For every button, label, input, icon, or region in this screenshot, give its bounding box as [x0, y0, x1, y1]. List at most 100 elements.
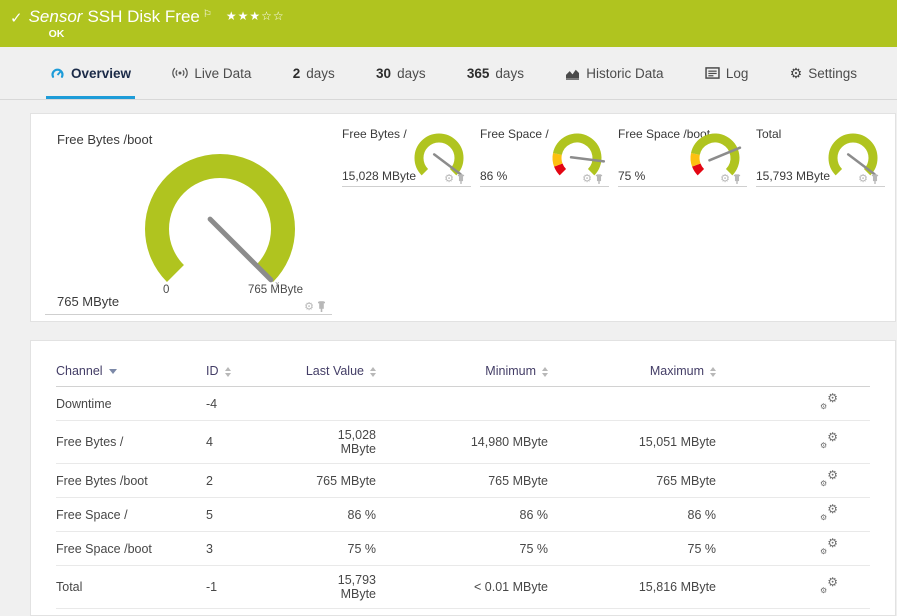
primary-gauge: x [145, 154, 295, 288]
primary-gauge-panel: Free Bytes /boot x 0 765 MByte 765 MByte… [45, 126, 332, 315]
pin-icon[interactable] [733, 174, 741, 185]
gauge-arc [145, 154, 295, 283]
channel-row-free-bytes[interactable]: Free Bytes /4 15,028 MByte 14,980 MByte 15,… [56, 420, 870, 464]
cell-max: 15,051 MByte [548, 420, 716, 464]
pin-icon[interactable] [871, 174, 879, 185]
channel-settings-gears-icon[interactable]: ⚙ ⚙ [820, 431, 838, 450]
tab-30-days[interactable]: 30 days [372, 47, 430, 99]
gear-icon[interactable]: ⚙ [582, 174, 592, 185]
cell-min: 14,980 MByte [376, 420, 548, 464]
log-icon [705, 67, 720, 79]
mini-gauge-panel-3: Free Space /boot 75 % ⚙ [618, 124, 747, 187]
panel-tools: ⚙ [720, 174, 741, 185]
sort-desc-icon [108, 369, 117, 375]
cell-min: 765 MByte [376, 463, 548, 498]
gear-icon[interactable]: ⚙ [720, 174, 730, 185]
priority-stars[interactable]: ★★★☆☆ [226, 6, 285, 26]
channel-settings-gears-icon[interactable]: ⚙ ⚙ [820, 469, 838, 488]
mini-gauge-title: Free Space / [480, 127, 549, 141]
gear-icon[interactable]: ⚙ [444, 174, 454, 185]
column-header-label: ID [206, 364, 219, 378]
channel-row-downtime[interactable]: Downtime -4 ⚙ ⚙ [56, 386, 870, 421]
gauge-needle [207, 216, 274, 283]
column-header-label: Last Value [305, 364, 364, 378]
channel-table-card: Channel ID Last Value Minimum Maximum Downti… [30, 340, 896, 616]
status-badge: OK [48, 28, 65, 40]
sort-both-icon [542, 366, 548, 377]
gauge-arc [554, 163, 567, 176]
column-header-label: Minimum [485, 364, 536, 378]
mini-gauge-value: 15,028 MByte [342, 169, 417, 183]
column-header-label: Maximum [649, 364, 704, 378]
channel-row-free-bytes-boot[interactable]: Free Bytes /boot 2 765 MByte 765 MByte 765 M… [56, 463, 870, 498]
cell-id: -4 [206, 386, 301, 421]
channel-row-total[interactable]: Total -1 15,793 MByte < 0.01 MByte 15,816 MB… [56, 565, 870, 609]
column-header-minimum[interactable]: Minimum [376, 359, 548, 387]
gear-icon[interactable]: ⚙ [304, 301, 314, 313]
sensor-title-block: Sensor SSH Disk Free ⚐ ★★★☆☆ OK [29, 7, 285, 40]
cell-actions: ⚙ ⚙ [716, 463, 870, 498]
column-header-channel[interactable]: Channel [56, 359, 206, 387]
tab-log[interactable]: Log [701, 47, 753, 99]
channel-table-header-row: Channel ID Last Value Minimum Maximum [56, 359, 870, 387]
cell-id: 2 [206, 463, 301, 498]
channel-settings-gears-icon[interactable]: ⚙ ⚙ [820, 537, 838, 556]
channel-table: Channel ID Last Value Minimum Maximum Downti… [56, 359, 870, 609]
tab-historic-data[interactable]: Historic Data [561, 47, 667, 99]
mini-gauge-value: 75 % [618, 169, 646, 183]
column-header-id[interactable]: ID [206, 359, 301, 387]
tab-label: Overview [71, 65, 132, 81]
cell-id: 3 [206, 531, 301, 566]
mini-gauge-panel-2: Free Space / 86 % ⚙ [480, 124, 609, 187]
panel-tools: ⚙ [444, 174, 465, 185]
tab-live-data[interactable]: Live Data [168, 47, 255, 99]
cell-channel: Free Space /boot [56, 531, 206, 566]
gauge-arc [552, 153, 563, 167]
channel-row-free-space-boot[interactable]: Free Space /boot 3 75 % 75 % 75 % ⚙ ⚙ [56, 531, 870, 566]
tab-settings[interactable]: ⚙ Settings [786, 47, 861, 99]
sort-both-icon [224, 366, 231, 377]
gear-icon[interactable]: ⚙ [858, 174, 868, 185]
sort-both-icon [710, 366, 716, 377]
cell-channel: Total [56, 565, 206, 609]
cell-actions: ⚙ ⚙ [716, 565, 870, 609]
cell-channel: Free Bytes / [56, 420, 206, 464]
mini-gauge-title: Free Bytes / [342, 127, 407, 141]
tab-365-days[interactable]: 365 days [463, 47, 528, 99]
tab-label: Settings [808, 65, 857, 81]
cell-actions: ⚙ ⚙ [716, 386, 870, 421]
column-header-label: Channel [56, 364, 103, 378]
page-title: SSH Disk Free [87, 7, 200, 26]
channel-row-free-space[interactable]: Free Space /5 86 % 86 % 86 % ⚙ ⚙ [56, 497, 870, 532]
column-header-maximum[interactable]: Maximum [548, 359, 716, 387]
pin-icon[interactable] [457, 174, 465, 185]
channel-settings-gears-icon[interactable]: ⚙ ⚙ [820, 392, 838, 411]
cell-id: -1 [206, 565, 301, 609]
channel-settings-gears-icon[interactable]: ⚙ ⚙ [820, 576, 838, 595]
pin-icon[interactable] [595, 174, 603, 185]
tab-overview[interactable]: Overview [46, 47, 136, 99]
historic-data-icon [565, 67, 580, 80]
tab-2-days[interactable]: 2 days [289, 47, 339, 99]
pin-icon[interactable] [317, 301, 326, 313]
mini-gauge-row: Free Bytes / 15,028 MByte ⚙ Free Space /… [342, 124, 885, 187]
flag-icon[interactable]: ⚐ [203, 5, 212, 25]
tab-bar: Overview Live Data 2 days 30 days 365 days Histo… [0, 47, 897, 100]
primary-gauge-value: 765 MByte [57, 294, 120, 309]
column-header-last-value[interactable]: Last Value [301, 359, 376, 387]
cell-channel: Free Space / [56, 497, 206, 532]
cell-max [548, 386, 716, 421]
gauge-arc [692, 163, 705, 176]
mini-gauge-panel-1: Free Bytes / 15,028 MByte ⚙ [342, 124, 471, 187]
live-data-icon [172, 66, 189, 80]
cell-last: 15,028 MByte [301, 420, 376, 464]
cell-min: 86 % [376, 497, 548, 532]
channel-settings-gears-icon[interactable]: ⚙ ⚙ [820, 503, 838, 522]
tab-number: 365 [466, 65, 490, 81]
cell-last [301, 386, 376, 421]
tab-label: days [495, 65, 524, 81]
mini-gauge-value: 15,793 MByte [756, 169, 831, 183]
gauge-scale-min-label: 0 [163, 284, 170, 296]
gauge-icon [50, 66, 65, 80]
object-kind-label: Sensor [28, 7, 83, 26]
